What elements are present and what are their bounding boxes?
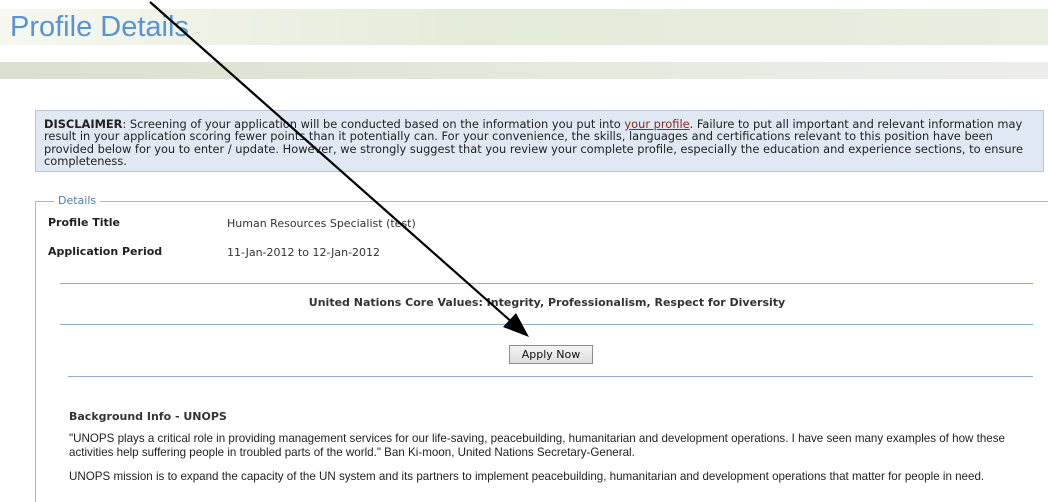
application-period-label: Application Period [48,245,163,258]
details-legend: Details [54,194,101,207]
page-title: Profile Details [10,11,189,43]
application-period-value: 11-Jan-2012 to 12-Jan-2012 [227,246,381,259]
background-quote: "UNOPS plays a critical role in providin… [69,432,1005,459]
divider-middle [60,324,1033,325]
mission-text: UNOPS mission is to expand the capacity … [69,470,985,483]
profile-title-value: Human Resources Specialist (test) [227,217,416,230]
core-values-text: United Nations Core Values: Integrity, P… [308,296,786,309]
divider-top [60,283,1033,284]
divider-bottom [68,376,1033,377]
apply-now-button[interactable]: Apply Now [509,345,593,364]
disclaimer-box: DISCLAIMER: Screening of your applicatio… [35,110,1044,172]
profile-title-label: Profile Title [48,216,121,229]
background-heading: Background Info - UNOPS [69,410,227,423]
header-subbar [0,62,1048,79]
